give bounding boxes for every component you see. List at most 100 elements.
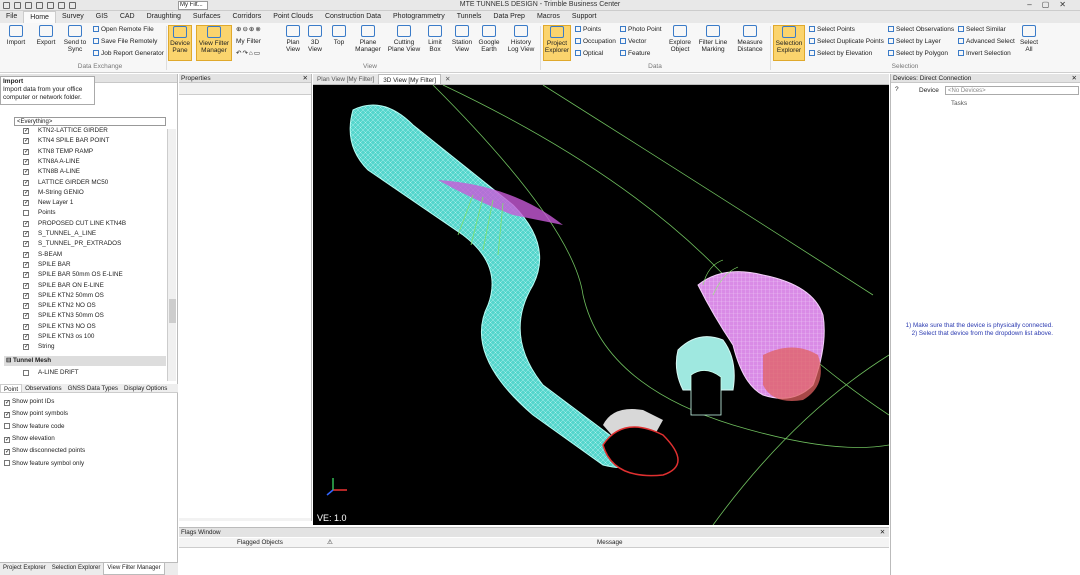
tab-construction-data[interactable]: Construction Data xyxy=(319,11,387,23)
tunnel-mesh-group[interactable]: ⊟ Tunnel Mesh xyxy=(4,356,166,366)
tab-support[interactable]: Support xyxy=(566,11,603,23)
tab-display-options[interactable]: Display Options xyxy=(121,384,170,392)
tab-gnss-data-types[interactable]: GNSS Data Types xyxy=(65,384,121,392)
checkbox[interactable]: ✓ xyxy=(4,400,10,406)
tab-surfaces[interactable]: Surfaces xyxy=(187,11,227,23)
checkbox[interactable]: ✓ xyxy=(23,169,29,176)
zoom-tools[interactable]: ⊕⊖⊕⊗ xyxy=(236,26,262,34)
tab-plan-view[interactable]: Plan View [My Filter] xyxy=(313,74,378,84)
select-all-button[interactable]: Select All xyxy=(1018,25,1040,53)
tab-corridors[interactable]: Corridors xyxy=(226,11,267,23)
tab-project-explorer[interactable]: Project Explorer xyxy=(0,563,49,575)
tab-point[interactable]: Point xyxy=(0,384,23,393)
vector-button[interactable]: Vector xyxy=(620,38,646,46)
checkbox[interactable]: ✓ xyxy=(23,344,29,351)
tab-gis[interactable]: GIS xyxy=(90,11,114,23)
view-tools[interactable]: ↶↷⌂▭ xyxy=(236,50,261,58)
select-by-layer-button[interactable]: Select by Layer xyxy=(888,38,941,46)
advanced-select-button[interactable]: Advanced Select xyxy=(958,38,1015,46)
close-icon[interactable]: ✕ xyxy=(880,528,885,537)
cutting-plane-view-button[interactable]: Cutting Plane View xyxy=(386,25,422,53)
checkbox[interactable]: ✓ xyxy=(23,200,29,207)
send-to-sync-button[interactable]: Send to Sync xyxy=(62,25,88,53)
window-controls[interactable]: –▢✕ xyxy=(1027,0,1076,9)
option-row[interactable]: ✓ Show elevation xyxy=(4,434,55,444)
checkbox[interactable] xyxy=(23,370,29,376)
checkbox[interactable]: ✓ xyxy=(23,251,29,258)
layer-filter-select[interactable]: <Everything> xyxy=(14,117,166,126)
save-file-remotely-button[interactable]: Save File Remotely xyxy=(93,38,157,46)
select-by-polygon-button[interactable]: Select by Polygon xyxy=(888,50,948,58)
tasks-tab[interactable]: Tasks xyxy=(951,100,967,107)
option-row[interactable]: ✓ Show point IDs xyxy=(4,397,54,407)
checkbox[interactable]: ✓ xyxy=(23,220,29,227)
message-column[interactable]: Message xyxy=(597,538,623,548)
tab-photogrammetry[interactable]: Photogrammetry xyxy=(387,11,451,23)
selection-explorer-button[interactable]: Selection Explorer xyxy=(773,25,805,61)
feature-button[interactable]: Feature xyxy=(620,50,650,58)
tab-draughting[interactable]: Draughting xyxy=(141,11,187,23)
export-button[interactable]: Export xyxy=(33,25,59,46)
tab-data-prep[interactable]: Data Prep xyxy=(487,11,531,23)
checkbox[interactable]: ✓ xyxy=(23,128,29,134)
view-filter-manager-button[interactable]: View Filter Manager xyxy=(196,25,232,61)
measure-distance-button[interactable]: Measure Distance xyxy=(733,25,767,53)
tab-3d-view[interactable]: 3D View [My Filter] xyxy=(378,74,441,84)
job-report-generator-button[interactable]: Job Report Generator xyxy=(93,50,164,58)
checkbox[interactable]: ✓ xyxy=(23,179,29,186)
points-button[interactable]: Points xyxy=(575,26,601,34)
project-explorer-button[interactable]: Project Explorer xyxy=(543,25,571,61)
checkbox[interactable]: ✓ xyxy=(23,323,29,330)
3d-view-button[interactable]: 3D View xyxy=(306,25,324,53)
select-observations-button[interactable]: Select Observations xyxy=(888,26,954,34)
checkbox[interactable]: ✓ xyxy=(23,282,29,289)
explore-object-button[interactable]: Explore Object xyxy=(666,25,694,53)
scrollbar[interactable] xyxy=(167,129,176,381)
checkbox[interactable] xyxy=(4,459,10,466)
device-pane-button[interactable]: Device Pane xyxy=(168,25,192,61)
checkbox[interactable]: ✓ xyxy=(23,148,29,155)
checkbox[interactable]: ✓ xyxy=(23,334,29,340)
invert-selection-button[interactable]: Invert Selection xyxy=(958,50,1011,58)
tab-view-filter-manager[interactable]: View Filter Manager xyxy=(103,563,165,575)
select-similar-button[interactable]: Select Similar xyxy=(958,26,1006,34)
checkbox[interactable]: ✓ xyxy=(4,449,10,456)
checkbox[interactable]: ✓ xyxy=(23,292,29,299)
select-by-elevation-button[interactable]: Select by Elevation xyxy=(809,50,872,58)
tab-observations[interactable]: Observations xyxy=(22,384,64,392)
checkbox[interactable]: ✓ xyxy=(23,261,29,268)
checkbox[interactable]: ✓ xyxy=(23,158,29,165)
history-log-view-button[interactable]: History Log View xyxy=(505,25,537,53)
checkbox[interactable]: ✓ xyxy=(4,436,10,443)
google-earth-button[interactable]: Google Earth xyxy=(477,25,501,53)
photo-point-button[interactable]: Photo Point xyxy=(620,26,662,34)
option-row[interactable]: ✓ Show point symbols xyxy=(4,409,68,419)
flagged-objects-column[interactable]: Flagged Objects xyxy=(237,538,283,548)
scroll-thumb[interactable] xyxy=(169,299,176,323)
plane-manager-button[interactable]: Plane Manager xyxy=(354,25,382,53)
top-button[interactable]: Top xyxy=(330,25,348,46)
option-row[interactable]: Show feature symbol only xyxy=(4,459,84,469)
tab-file[interactable]: File xyxy=(0,11,23,23)
tab-point-clouds[interactable]: Point Clouds xyxy=(267,11,319,23)
open-remote-file-button[interactable]: Open Remote File xyxy=(93,26,154,34)
checkbox[interactable]: ✓ xyxy=(23,231,29,237)
tab-selection-explorer[interactable]: Selection Explorer xyxy=(49,563,104,575)
tab-close-icon[interactable]: ✕ xyxy=(441,74,454,84)
limit-box-button[interactable]: Limit Box xyxy=(426,25,444,53)
select-points-button[interactable]: Select Points xyxy=(809,26,855,34)
optical-button[interactable]: Optical xyxy=(575,50,603,58)
occupation-button[interactable]: Occupation xyxy=(575,38,616,46)
tab-tunnels[interactable]: Tunnels xyxy=(451,11,488,23)
3d-viewport[interactable]: VE: 1.0 xyxy=(313,85,889,525)
help-icon[interactable]: ? xyxy=(895,86,899,93)
checkbox[interactable]: ✓ xyxy=(23,313,29,320)
tab-survey[interactable]: Survey xyxy=(56,11,90,23)
checkbox[interactable] xyxy=(4,422,10,429)
checkbox[interactable]: ✓ xyxy=(23,138,29,145)
close-icon[interactable]: ✕ xyxy=(303,74,308,83)
option-row[interactable]: Show feature code xyxy=(4,422,65,432)
device-select[interactable]: <No Devices> xyxy=(945,86,1079,95)
checkbox[interactable]: ✓ xyxy=(4,412,10,419)
checkbox[interactable]: ✓ xyxy=(23,303,29,310)
